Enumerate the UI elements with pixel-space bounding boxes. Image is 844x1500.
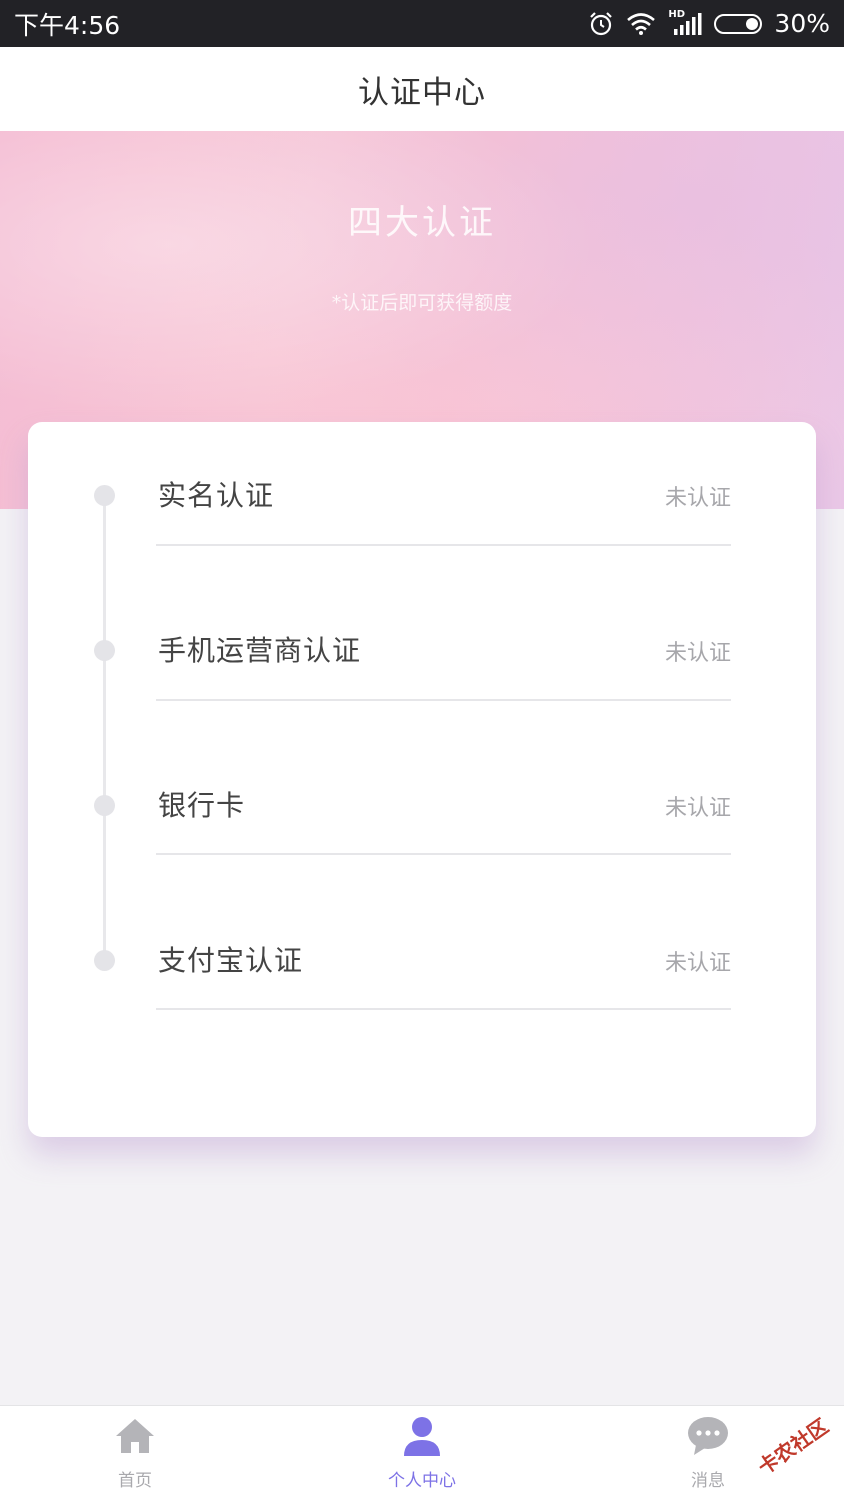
verification-label: 手机运营商认证	[158, 634, 362, 667]
verification-status: 未认证	[664, 951, 731, 976]
wifi-icon	[626, 12, 656, 36]
status-time: 下午4:56	[14, 10, 121, 40]
verification-card: 实名认证 未认证 手机运营商认证 未认证 银行卡 未认证 支付宝认证 未认证	[28, 422, 816, 1137]
status-icons: HD 30%	[588, 9, 830, 38]
divider	[156, 544, 731, 546]
page-title: 认证中心	[358, 74, 486, 111]
bottom-nav: 首页 个人中心 消息	[0, 1405, 844, 1500]
banner-title: 四大认证	[348, 203, 496, 243]
divider	[156, 1008, 731, 1010]
nav-label: 消息	[691, 1471, 725, 1491]
alarm-icon	[588, 11, 614, 37]
message-icon	[686, 1414, 730, 1458]
user-icon	[400, 1414, 444, 1458]
nav-label: 个人中心	[388, 1471, 456, 1491]
timeline-dot	[94, 640, 115, 661]
verification-status: 未认证	[664, 486, 731, 511]
verification-label: 支付宝认证	[158, 944, 304, 977]
watermark-text: 卡农社区	[753, 1413, 833, 1480]
verification-status: 未认证	[664, 641, 731, 666]
verification-label: 银行卡	[158, 789, 246, 822]
nav-item-profile[interactable]: 个人中心	[332, 1406, 512, 1500]
timeline-dot	[94, 795, 115, 816]
divider	[156, 699, 731, 701]
home-icon	[113, 1414, 157, 1458]
verification-status: 未认证	[664, 796, 731, 821]
divider	[156, 853, 731, 855]
verification-item-carrier[interactable]: 手机运营商认证 未认证	[28, 577, 816, 732]
verification-item-realname[interactable]: 实名认证 未认证	[28, 422, 816, 577]
verification-item-alipay[interactable]: 支付宝认证 未认证	[28, 887, 816, 1042]
timeline-dot	[94, 485, 115, 506]
nav-item-home[interactable]: 首页	[45, 1406, 225, 1500]
signal-icon: HD	[668, 8, 702, 36]
nav-label: 首页	[118, 1471, 152, 1491]
status-bar: 下午4:56 HD 30%	[0, 0, 844, 47]
header: 认证中心	[0, 47, 844, 131]
banner-subtitle: *认证后即可获得额度	[331, 292, 513, 314]
battery-icon	[714, 13, 763, 34]
verification-label: 实名认证	[158, 479, 275, 512]
network-label: HD	[668, 8, 686, 20]
timeline-dot	[94, 950, 115, 971]
battery-percent: 30%	[774, 9, 830, 38]
verification-item-bankcard[interactable]: 银行卡 未认证	[28, 732, 816, 887]
